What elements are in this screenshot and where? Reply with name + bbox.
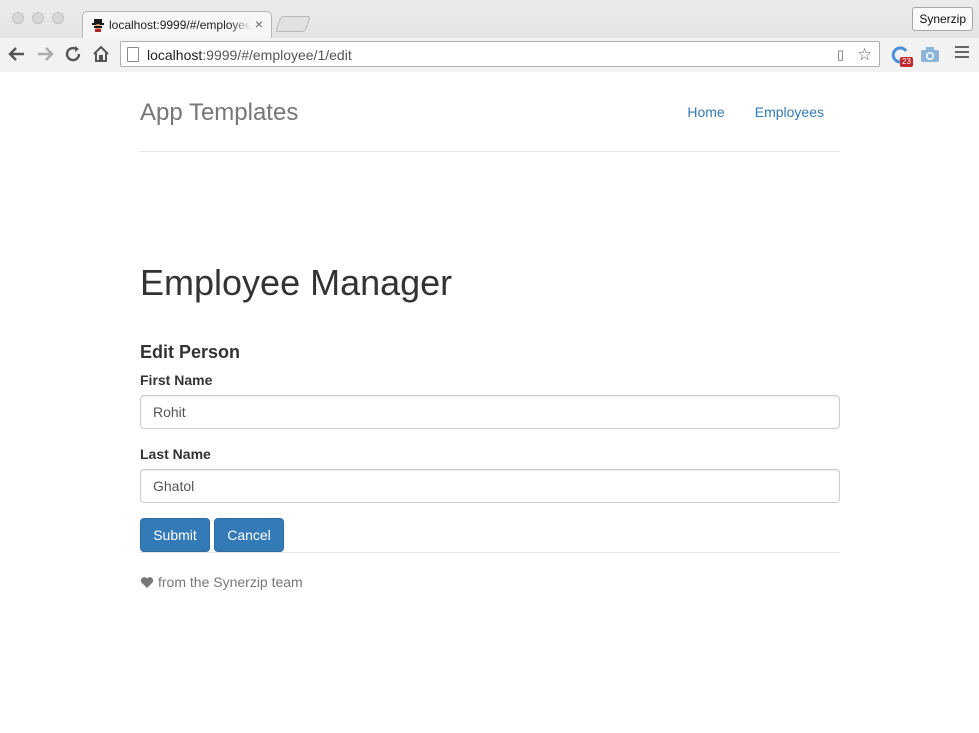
profile-button[interactable]: Synerzip (912, 7, 973, 31)
browser-chrome: localhost:9999/#/employee × Synerzip loc… (0, 0, 979, 72)
minimize-window-button[interactable] (32, 12, 44, 24)
back-arrow-icon[interactable] (6, 43, 28, 65)
nav-link-home[interactable]: Home (687, 104, 724, 120)
nav-link-employees[interactable]: Employees (755, 104, 824, 120)
zoom-window-button[interactable] (52, 12, 64, 24)
footer-text: from the Synerzip team (158, 574, 303, 590)
close-window-button[interactable] (12, 12, 24, 24)
page-content: App Templates Home Employees Employee Ma… (0, 72, 979, 733)
spy-favicon-icon (92, 19, 104, 32)
tab-close-icon[interactable]: × (255, 16, 263, 32)
browser-tab[interactable]: localhost:9999/#/employee × (82, 11, 272, 38)
extension-badge: 23 (900, 57, 913, 67)
bookmark-star-icon[interactable]: ☆ (857, 45, 872, 65)
page-title: Employee Manager (140, 262, 453, 303)
cancel-button[interactable]: Cancel (214, 518, 284, 552)
last-name-input[interactable] (140, 469, 840, 503)
first-name-input[interactable] (140, 395, 840, 429)
footer-divider (140, 552, 840, 553)
submit-button[interactable]: Submit (140, 518, 210, 552)
forward-arrow-icon[interactable] (34, 43, 56, 65)
heart-icon (140, 576, 154, 588)
tab-title: localhost:9999/#/employee (109, 18, 251, 32)
last-name-label: Last Name (140, 446, 211, 462)
browser-toolbar: localhost:9999/#/employee/1/edit ▯ ☆ 23 (0, 38, 979, 72)
home-icon[interactable] (90, 43, 112, 65)
url-text: localhost:9999/#/employee/1/edit (147, 47, 352, 63)
new-tab-button[interactable] (275, 16, 311, 32)
form-title: Edit Person (140, 342, 241, 362)
first-name-label: First Name (140, 372, 213, 388)
page-icon (127, 47, 139, 62)
nav-links: Home Employees (687, 104, 824, 120)
page-action-icon[interactable]: ▯ (837, 47, 844, 63)
camera-icon[interactable] (920, 45, 940, 65)
address-bar[interactable]: localhost:9999/#/employee/1/edit ▯ ☆ (120, 41, 880, 67)
reload-icon[interactable] (62, 43, 84, 65)
extension-icon[interactable]: 23 (890, 45, 913, 67)
brand-title[interactable]: App Templates (140, 99, 298, 127)
footer: from the Synerzip team (140, 574, 303, 590)
menu-hamburger-icon[interactable] (955, 46, 969, 60)
site-header: App Templates Home Employees (140, 72, 840, 152)
